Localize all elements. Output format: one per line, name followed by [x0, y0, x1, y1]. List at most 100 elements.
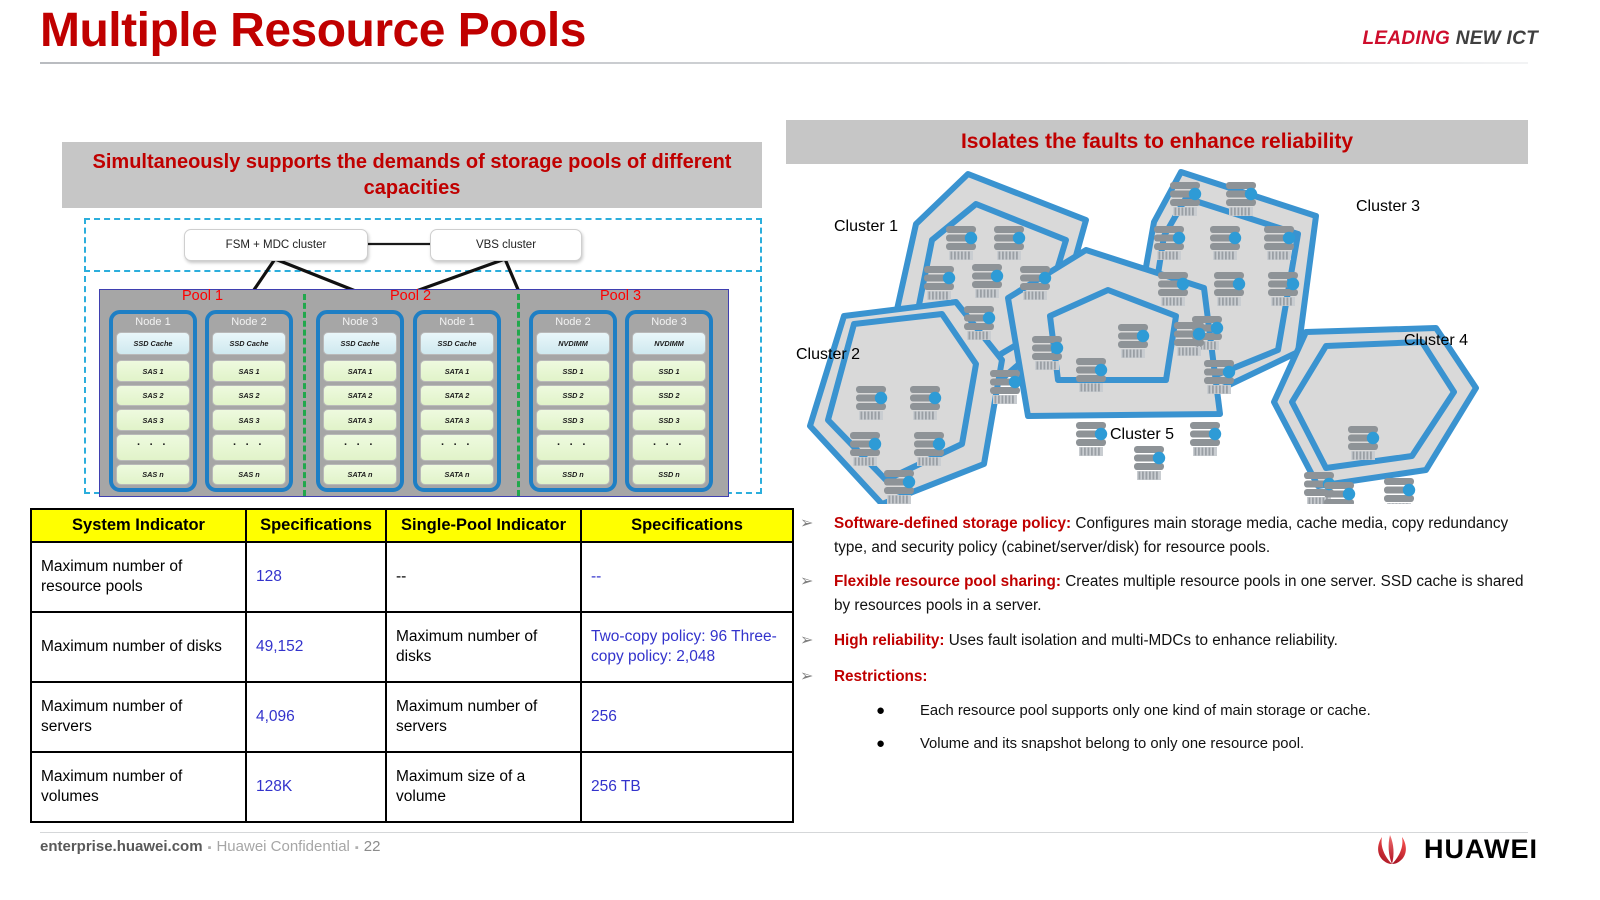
- footer-site-url: enterprise.huawei.com: [40, 838, 203, 855]
- table-row: Maximum number of volumes 128K Maximum s…: [30, 751, 794, 823]
- right-banner-text: Isolates the faults to enhance reliabili…: [960, 130, 1354, 153]
- node-card-6[interactable]: Node 3 NVDIMM SSD 1 SSD 2 SSD 3 · · · SS…: [625, 310, 713, 492]
- page-title: Multiple Resource Pools: [40, 4, 586, 57]
- node-disk-ellipsis: · · ·: [323, 434, 397, 461]
- cluster-label-5: Cluster 5: [1110, 426, 1175, 443]
- node-cache-cell: SSD Cache: [323, 332, 397, 356]
- cell-pool-specification: Two-copy policy: 96 Three-copy policy: 2…: [580, 611, 794, 683]
- node-disk-cell: SATA 3: [420, 409, 494, 431]
- node-disk-ellipsis: · · ·: [420, 434, 494, 461]
- leading-new-ict-brand: LEADING NEW ICT: [1362, 28, 1538, 50]
- architecture-diagram: FSM + MDC cluster VBS cluster Pool 1 Poo…: [62, 212, 762, 510]
- cell-pool-specification: --: [580, 541, 794, 613]
- arrow-bullet-icon: ➢: [800, 573, 814, 591]
- cell-specification: 49,152: [245, 611, 387, 683]
- node-disk-cell: SSD 3: [632, 409, 706, 431]
- header-divider: [40, 62, 1528, 64]
- node-disk-ellipsis: · · ·: [212, 434, 286, 461]
- cell-system-indicator: Maximum number of resource pools: [30, 541, 247, 613]
- node-disk-cell: SAS 3: [212, 409, 286, 431]
- column-header-pool-specifications: Specifications: [580, 508, 794, 543]
- node-title: Node 1: [439, 316, 475, 328]
- cell-pool-specification: 256 TB: [580, 751, 794, 823]
- node-title: Node 2: [231, 316, 267, 328]
- bullet-item: ➢ Flexible resource pool sharing: Create…: [800, 570, 1530, 617]
- sub-bullet-text: Volume and its snapshot belong to only o…: [920, 735, 1305, 752]
- arrow-bullet-icon: ➢: [800, 515, 814, 532]
- brand-newict-text: NEW ICT: [1455, 28, 1538, 49]
- pool-label-3: Pool 3: [600, 288, 642, 304]
- cell-pool-specification: 256: [580, 681, 794, 753]
- cell-pool-indicator: Maximum size of a volume: [385, 751, 582, 823]
- node-disk-cell: SAS 1: [212, 360, 286, 382]
- bullet-text: High reliability: Uses fault isolation a…: [834, 629, 1338, 654]
- node-card-1[interactable]: Node 1 SSD Cache SAS 1 SAS 2 SAS 3 · · ·…: [109, 310, 197, 492]
- bullet-heading: High reliability:: [834, 631, 945, 649]
- footer-separator: ▪: [354, 842, 359, 854]
- node-card-3[interactable]: Node 3 SSD Cache SATA 1 SATA 2 SATA 3 · …: [316, 310, 404, 492]
- bullet-item: ➢ High reliability: Uses fault isolation…: [800, 629, 1530, 654]
- table-row: Maximum number of disks 49,152 Maximum n…: [30, 611, 794, 683]
- node-disk-ellipsis: · · ·: [632, 434, 706, 461]
- dot-bullet-icon: ●: [876, 702, 886, 720]
- pool-separator-2: [517, 294, 520, 496]
- dot-bullet-icon: ●: [876, 734, 886, 752]
- cell-specification: 128K: [245, 751, 387, 823]
- sub-bullet-item: ● Volume and its snapshot belong to only…: [876, 733, 1530, 756]
- footer-page-number: 22: [363, 838, 381, 855]
- cell-system-indicator: Maximum number of disks: [30, 611, 247, 683]
- node-title: Node 3: [342, 316, 378, 328]
- node-card-4[interactable]: Node 1 SSD Cache SATA 1 SATA 2 SATA 3 · …: [413, 310, 501, 492]
- huawei-logo: HUAWEI: [1370, 834, 1538, 865]
- footer-confidentiality: Huawei Confidential: [216, 838, 350, 855]
- node-card-2[interactable]: Node 2 SSD Cache SAS 1 SAS 2 SAS 3 · · ·…: [205, 310, 293, 492]
- cluster-label-2: Cluster 2: [796, 346, 861, 363]
- cell-system-indicator: Maximum number of servers: [30, 681, 247, 753]
- vbs-cluster-label: VBS cluster: [475, 239, 537, 251]
- node-disk-cell: SSD n: [632, 463, 706, 486]
- node-disk-cell: SAS 2: [212, 384, 286, 407]
- arrow-bullet-icon: ➢: [800, 631, 814, 649]
- right-section-banner: Isolates the faults to enhance reliabili…: [786, 120, 1528, 164]
- cell-pool-indicator: Maximum number of servers: [385, 681, 582, 753]
- bullet-item: ➢ Restrictions:: [800, 665, 1530, 690]
- footer-divider: [40, 832, 1528, 833]
- node-cache-cell: NVDIMM: [632, 332, 706, 356]
- resource-pool-container: Pool 1 Pool 2 Pool 3 Node 1 SSD Cache SA…: [99, 288, 729, 497]
- table-row: Maximum number of resource pools 128 -- …: [30, 541, 794, 613]
- table-header-row: System Indicator Specifications Single-P…: [30, 508, 794, 543]
- node-disk-cell: SATA 3: [323, 409, 397, 431]
- node-title: Node 1: [135, 316, 171, 328]
- node-disk-cell: SAS n: [116, 463, 190, 486]
- node-disk-cell: SATA 2: [323, 384, 397, 407]
- node-disk-cell: SATA n: [323, 463, 397, 486]
- node-disk-cell: SAS 1: [116, 360, 190, 382]
- node-disk-cell: SSD n: [536, 463, 610, 486]
- huawei-wordmark: HUAWEI: [1424, 834, 1538, 864]
- cell-pool-indicator: --: [385, 541, 582, 613]
- table-row: Maximum number of servers 4,096 Maximum …: [30, 681, 794, 753]
- column-header-system-indicator: System Indicator: [30, 508, 247, 543]
- node-cache-cell: SSD Cache: [116, 332, 190, 356]
- bullet-heading: Software-defined storage policy:: [834, 515, 1072, 532]
- node-title: Node 3: [651, 316, 687, 328]
- bullet-heading: Restrictions:: [834, 667, 928, 685]
- specifications-table: System Indicator Specifications Single-P…: [30, 508, 794, 823]
- footer-separator: ▪: [207, 842, 212, 854]
- left-section-banner: Simultaneously supports the demands of s…: [62, 142, 762, 208]
- cluster-label-1: Cluster 1: [834, 218, 899, 235]
- bullet-heading: Flexible resource pool sharing:: [834, 573, 1061, 591]
- cluster-topology-diagram: Cluster 1 Cluster 2 Cluster 3 Cluster 4 …: [786, 164, 1528, 504]
- node-title: Node 2: [555, 316, 591, 328]
- node-card-5[interactable]: Node 2 NVDIMM SSD 1 SSD 2 SSD 3 · · · SS…: [529, 310, 617, 492]
- cell-pool-indicator: Maximum number of disks: [385, 611, 582, 683]
- fsm-mdc-cluster-chip[interactable]: FSM + MDC cluster: [184, 229, 368, 261]
- node-disk-cell: SSD 2: [632, 384, 706, 407]
- node-disk-cell: SAS n: [212, 463, 286, 486]
- pool-label-1: Pool 1: [182, 288, 224, 304]
- vbs-cluster-chip[interactable]: VBS cluster: [430, 229, 582, 261]
- node-disk-cell: SATA 2: [420, 384, 494, 407]
- cell-specification: 4,096: [245, 681, 387, 753]
- node-disk-cell: SATA 1: [420, 360, 494, 382]
- cell-specification: 128: [245, 541, 387, 613]
